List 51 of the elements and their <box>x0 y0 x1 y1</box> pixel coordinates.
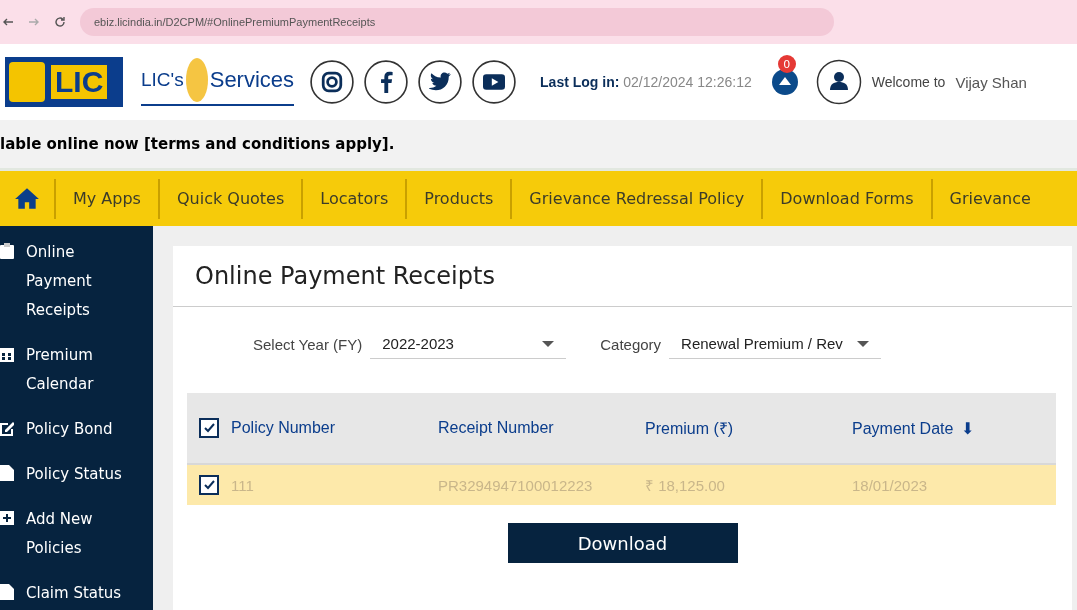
nav-link[interactable]: Grievance <box>932 189 1048 208</box>
user-name: Vijay Shan <box>955 73 1027 91</box>
checkmark-icon <box>203 422 215 434</box>
nav-link[interactable]: Locators <box>303 189 406 208</box>
filter-label: Category <box>600 335 662 353</box>
column-header[interactable]: Payment Date ⬇ <box>852 418 975 438</box>
user-avatar-icon[interactable] <box>815 59 862 105</box>
column-header[interactable]: Policy Number <box>231 419 438 437</box>
nav-link[interactable]: Grievance Redressal Policy <box>512 189 762 208</box>
filter-label: Select Year (FY) <box>253 335 363 353</box>
twitter-icon[interactable] <box>418 60 463 104</box>
clipboard-icon <box>0 243 14 259</box>
edit-icon <box>0 420 14 436</box>
nav-link[interactable]: My Apps <box>56 189 158 208</box>
youtube-icon[interactable] <box>472 60 517 104</box>
dropdown[interactable]: 2022-2023 <box>370 329 567 359</box>
nav-link[interactable]: Products <box>407 189 511 208</box>
last-login-time: 02/12/2024 12:26:12 <box>623 74 752 90</box>
services-logo: LIC's Services <box>141 58 295 106</box>
caret-icon <box>856 340 869 347</box>
sidebar-item[interactable]: Policy Bond <box>26 415 126 444</box>
notification-icon[interactable] <box>769 67 800 97</box>
lic-logo: LIC <box>5 57 123 107</box>
column-header[interactable]: Premium (₹) <box>645 417 852 439</box>
sort-icon[interactable]: ⬇ <box>961 419 975 437</box>
last-login-label: Last Log in: <box>540 74 620 90</box>
sidebar-item[interactable]: Add New Policies <box>26 505 126 563</box>
reload-icon[interactable] <box>54 16 66 28</box>
facebook-icon[interactable] <box>364 60 409 104</box>
dropdown[interactable]: Renewal Premium / Rev <box>669 329 881 359</box>
nav-link[interactable]: Quick Quotes <box>159 189 302 208</box>
nav-link[interactable]: Download Forms <box>763 189 931 208</box>
download-button[interactable]: Download <box>507 523 738 563</box>
sidebar-item[interactable]: Claim Status <box>26 579 126 608</box>
sidebar-item[interactable]: Policy Status <box>26 460 126 489</box>
row-checkbox[interactable] <box>199 475 219 495</box>
document-icon <box>0 584 14 600</box>
document-icon <box>0 465 14 481</box>
welcome-label: Welcome to <box>871 74 946 90</box>
announcement-text: lable online now [terms and conditions apply]. <box>0 135 395 153</box>
back-icon[interactable] <box>2 16 14 28</box>
sidebar-item[interactable]: Premium Calendar <box>26 341 126 399</box>
notification-badge: 0 <box>777 55 796 73</box>
checkmark-icon <box>203 479 215 491</box>
page-title: Online Payment Receipts <box>173 246 1072 307</box>
column-header[interactable]: Receipt Number <box>438 419 645 437</box>
address-bar[interactable]: ebiz.licindia.in/D2CPM/#OnlinePremiumPaymentReceipts <box>80 8 834 36</box>
instagram-icon[interactable] <box>310 60 355 104</box>
sidebar-item[interactable]: Online Payment Receipts <box>26 238 126 325</box>
caret-icon <box>542 340 555 347</box>
select-all-checkbox[interactable] <box>199 418 219 438</box>
